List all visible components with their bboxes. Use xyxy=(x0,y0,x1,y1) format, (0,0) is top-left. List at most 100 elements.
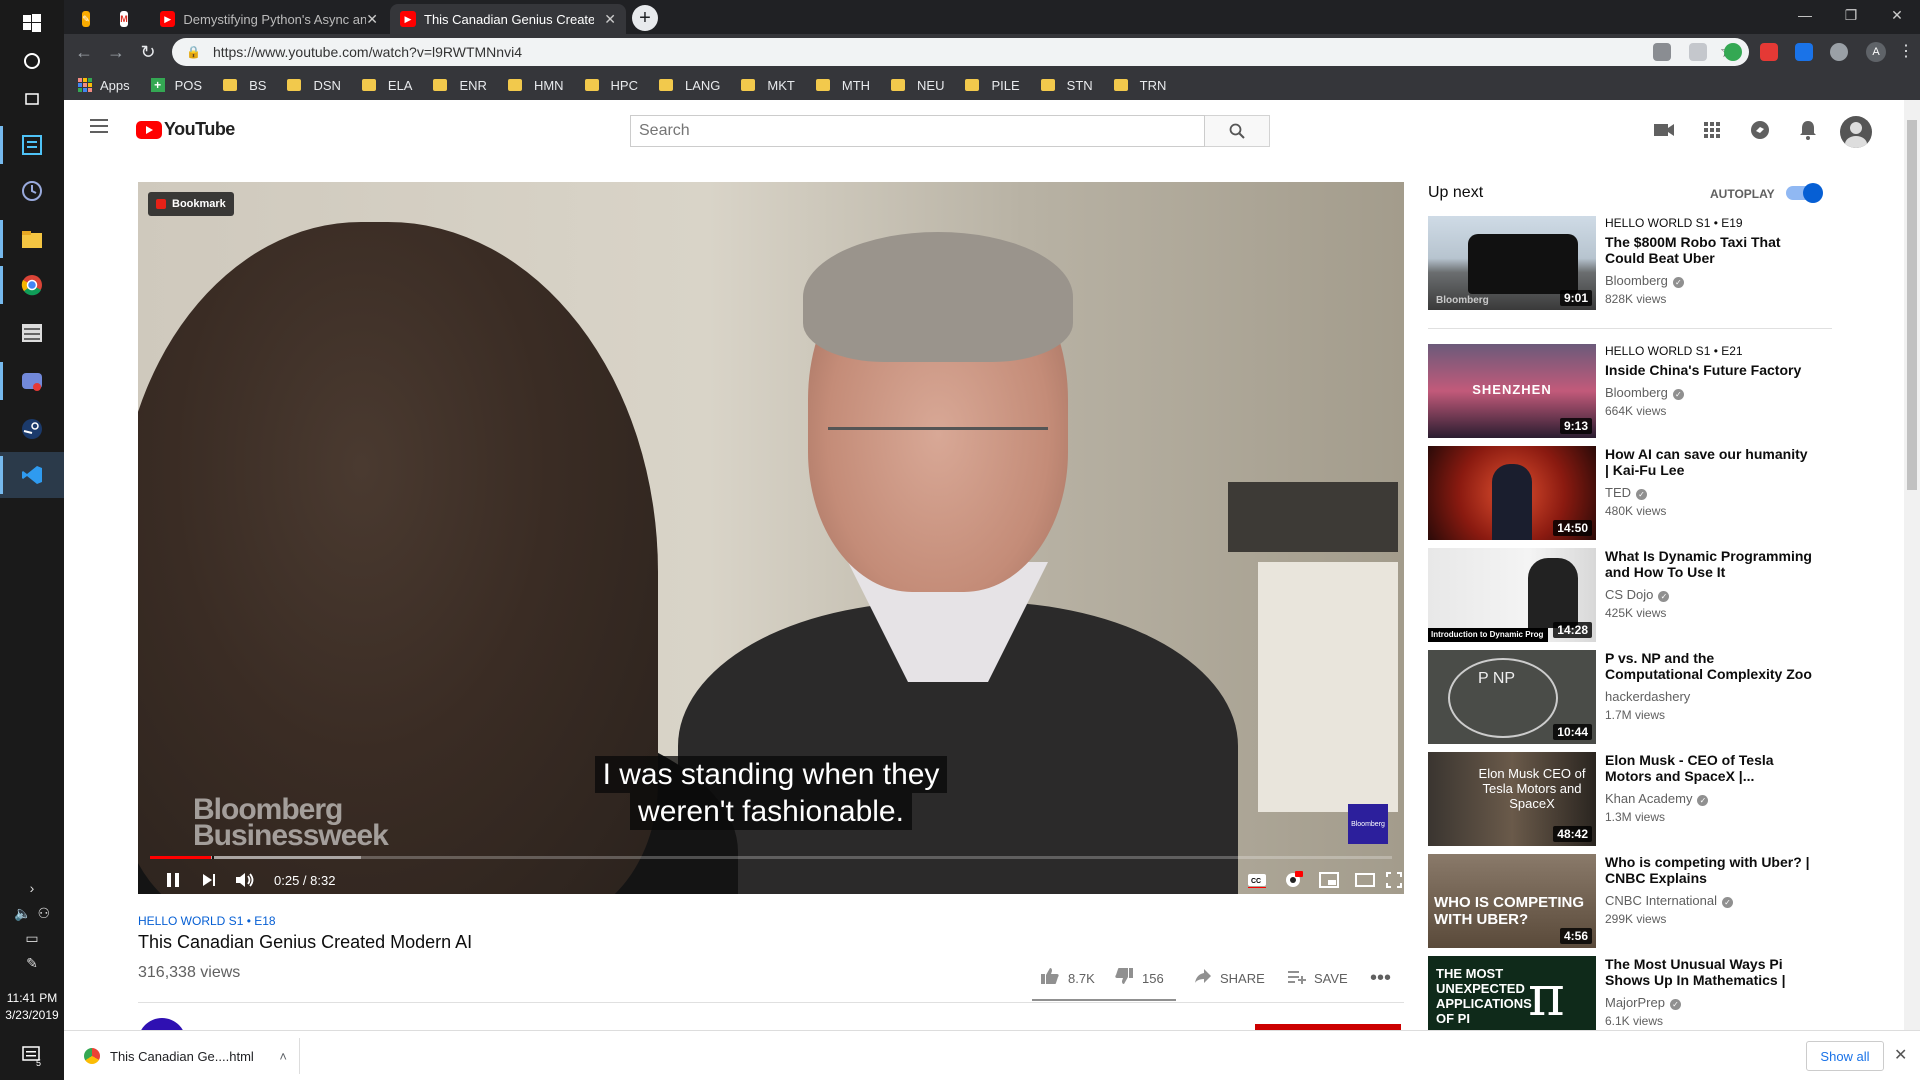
video-thumbnail[interactable]: THE MOST UNEXPECTED APPLICATIONS OF PI π xyxy=(1428,956,1596,1030)
video-player[interactable]: Bookmark Bloomberg Businessweek I was st… xyxy=(138,182,1404,894)
miniplayer-icon[interactable] xyxy=(1314,866,1344,894)
sidebar-video-card[interactable]: SHENZHEN 9:13 HELLO WORLD S1 • E21 Insid… xyxy=(1428,344,1848,440)
minimize-button[interactable]: — xyxy=(1782,0,1828,30)
tab-canadian-genius[interactable]: ▶ This Canadian Genius Create ✕ xyxy=(390,4,626,34)
bloomberg-corner-logo[interactable]: Bloomberg xyxy=(1348,804,1388,844)
sidebar-video-card[interactable]: P NP 10:44 P vs. NP and the Computationa… xyxy=(1428,650,1848,746)
chevron-up-icon[interactable]: ˄ xyxy=(279,1049,287,1064)
bookmark-folder[interactable]: ELA xyxy=(361,78,412,93)
apps-grid-icon[interactable] xyxy=(1700,118,1724,142)
video-channel[interactable]: hackerdashery xyxy=(1605,688,1815,706)
extension-gear-icon[interactable] xyxy=(1830,43,1848,61)
bookmark-folder[interactable]: ENR xyxy=(433,78,487,93)
extension-shield-icon[interactable] xyxy=(1653,43,1671,61)
action-center-icon[interactable]: 5 xyxy=(0,1032,64,1078)
video-channel[interactable]: Khan Academy ✓ xyxy=(1605,790,1815,808)
video-card-title[interactable]: Inside China's Future Factory xyxy=(1605,362,1815,378)
bookmark-folder[interactable]: DSN xyxy=(287,78,341,93)
like-button[interactable]: 8.7K xyxy=(1040,966,1095,990)
tab-keep[interactable]: ✎ xyxy=(72,4,108,34)
bookmark-pos[interactable]: + POS xyxy=(150,78,202,93)
back-icon[interactable]: ← xyxy=(72,40,96,64)
pen-icon[interactable]: ✎ xyxy=(0,953,64,973)
reload-icon[interactable]: ↻ xyxy=(136,40,160,64)
network-icon[interactable]: ▭ xyxy=(0,928,64,948)
video-card-title[interactable]: How AI can save our humanity | Kai-Fu Le… xyxy=(1605,446,1815,478)
task-view-icon[interactable] xyxy=(0,76,64,122)
video-thumbnail[interactable]: Bloomberg 9:01 xyxy=(1428,216,1596,310)
steam-icon[interactable] xyxy=(0,406,64,452)
video-card-title[interactable]: Elon Musk - CEO of Tesla Motors and Spac… xyxy=(1605,752,1815,784)
chevron-up-icon[interactable]: › xyxy=(0,878,64,898)
close-icon[interactable]: ✕ xyxy=(604,11,616,28)
bookmark-folder[interactable]: NEU xyxy=(891,78,944,93)
app-icon-1[interactable] xyxy=(0,122,64,168)
close-icon[interactable]: ✕ xyxy=(1894,1045,1907,1065)
video-channel[interactable]: MajorPrep ✓ xyxy=(1605,994,1815,1012)
forward-icon[interactable]: → xyxy=(104,40,128,64)
volume-icon[interactable] xyxy=(230,866,260,894)
chrome-icon[interactable] xyxy=(0,262,64,308)
menu-kebab-icon[interactable]: ⋮ xyxy=(1898,43,1916,61)
tab-gmail[interactable]: M xyxy=(110,4,146,34)
messages-icon[interactable] xyxy=(1748,118,1772,142)
hamburger-menu-icon[interactable] xyxy=(90,119,108,133)
save-button[interactable]: SAVE xyxy=(1288,966,1348,990)
file-explorer-icon[interactable] xyxy=(0,216,64,262)
clock-app-icon[interactable] xyxy=(0,168,64,214)
more-actions-icon[interactable]: ••• xyxy=(1370,966,1391,990)
video-thumbnail[interactable]: Introduction to Dynamic Prog 14:28 xyxy=(1428,548,1596,642)
bookmark-folder[interactable]: LANG xyxy=(659,78,720,93)
series-link[interactable]: HELLO WORLD S1 • E18 xyxy=(138,914,276,928)
create-video-icon[interactable] xyxy=(1652,118,1676,142)
autoplay-toggle[interactable] xyxy=(1786,183,1823,203)
extension-youtube-icon[interactable] xyxy=(1760,43,1778,61)
address-bar[interactable]: 🔒 https://www.youtube.com/watch?v=l9RWTM… xyxy=(172,38,1749,66)
vscode-icon[interactable] xyxy=(0,452,64,498)
sidebar-video-card[interactable]: 14:50 How AI can save our humanity | Kai… xyxy=(1428,446,1848,542)
account-avatar[interactable] xyxy=(1840,116,1872,148)
bookmark-folder[interactable]: HMN xyxy=(507,78,564,93)
video-card-title[interactable]: What Is Dynamic Programming and How To U… xyxy=(1605,548,1815,580)
settings-gear-icon[interactable] xyxy=(1278,866,1308,894)
window-close-button[interactable]: ✕ xyxy=(1874,0,1920,30)
bookmark-folder[interactable]: MKT xyxy=(741,78,795,93)
video-card-title[interactable]: The $800M Robo Taxi That Could Beat Uber xyxy=(1605,234,1815,266)
sidebar-video-card[interactable]: THE MOST UNEXPECTED APPLICATIONS OF PI π… xyxy=(1428,956,1848,1030)
tab-python-async[interactable]: ▶ Demystifying Python's Async and ✕ xyxy=(150,4,388,34)
next-icon[interactable] xyxy=(194,866,224,894)
dislike-button[interactable]: 156 xyxy=(1114,966,1164,990)
search-button[interactable] xyxy=(1205,115,1270,147)
fullscreen-icon[interactable] xyxy=(1384,866,1404,894)
progress-bar[interactable] xyxy=(150,856,1392,859)
pause-icon[interactable] xyxy=(158,866,188,894)
people-icon[interactable]: ⚇ xyxy=(37,905,50,922)
volume-icon[interactable]: 🔈 xyxy=(14,905,31,922)
video-thumbnail[interactable]: 14:50 xyxy=(1428,446,1596,540)
share-button[interactable]: SHARE xyxy=(1194,966,1265,990)
video-thumbnail[interactable]: SHENZHEN 9:13 xyxy=(1428,344,1596,438)
video-channel[interactable]: CNBC International ✓ xyxy=(1605,892,1815,910)
bookmark-folder[interactable]: STN xyxy=(1040,78,1093,93)
scrollbar-thumb[interactable] xyxy=(1907,120,1917,490)
bookmark-apps[interactable]: Apps xyxy=(78,78,130,93)
video-channel[interactable]: Bloomberg ✓ xyxy=(1605,272,1815,290)
youtube-logo[interactable]: YouTube xyxy=(136,119,235,140)
notifications-bell-icon[interactable] xyxy=(1796,118,1820,142)
lock-icon[interactable]: 🔒 xyxy=(186,45,201,59)
video-card-title[interactable]: P vs. NP and the Computational Complexit… xyxy=(1605,650,1815,682)
bookmark-folder[interactable]: HPC xyxy=(584,78,638,93)
download-item[interactable]: This Canadian Ge....html ˄ xyxy=(70,1038,300,1074)
search-input[interactable] xyxy=(630,115,1205,147)
tray-icons[interactable]: 🔈 ⚇ xyxy=(0,903,64,923)
sidebar-video-card[interactable]: WHO IS COMPETING WITH UBER? 4:56 Who is … xyxy=(1428,854,1848,950)
bookmark-badge[interactable]: Bookmark xyxy=(148,192,234,216)
video-card-title[interactable]: The Most Unusual Ways Pi Shows Up In Mat… xyxy=(1605,956,1815,988)
video-card-title[interactable]: Who is competing with Uber? | CNBC Expla… xyxy=(1605,854,1815,886)
new-tab-button[interactable]: + xyxy=(632,5,658,31)
extension-new-icon[interactable] xyxy=(1795,43,1813,61)
video-channel[interactable]: CS Dojo ✓ xyxy=(1605,586,1815,604)
extension-card-icon[interactable] xyxy=(1689,43,1707,61)
close-icon[interactable]: ✕ xyxy=(366,11,378,28)
sidebar-video-card[interactable]: Elon Musk CEO of Tesla Motors and SpaceX… xyxy=(1428,752,1848,848)
